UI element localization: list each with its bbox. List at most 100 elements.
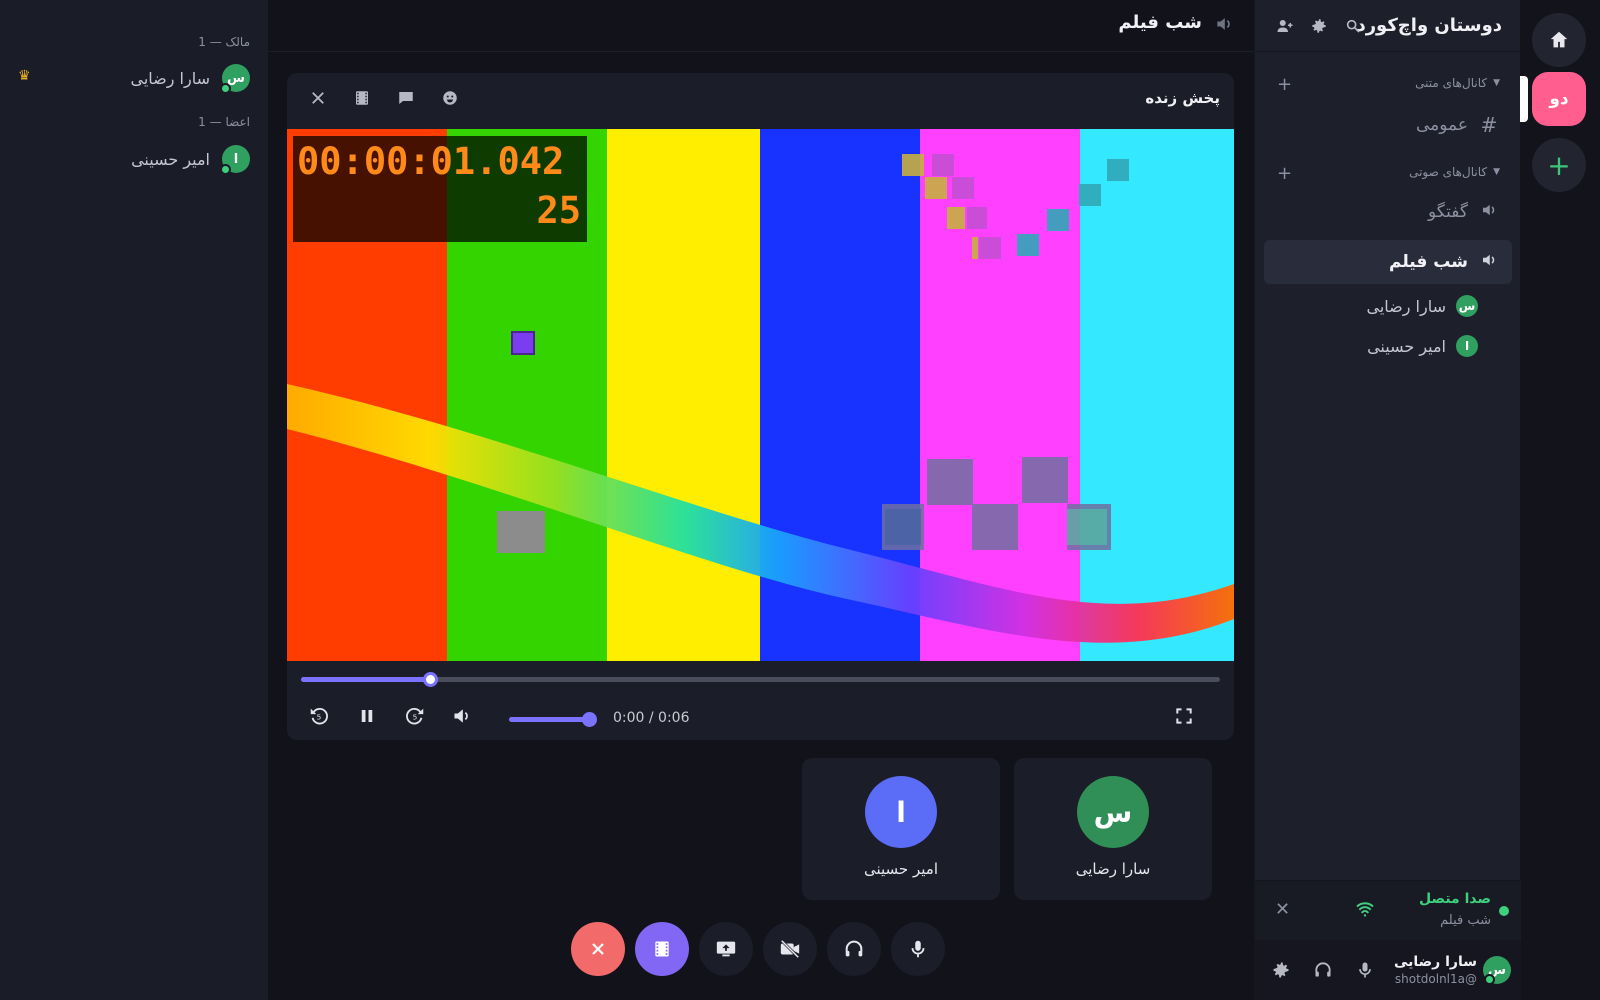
video-timecode: 00:00:01.042 (297, 140, 564, 183)
category-voice-channels[interactable]: کانال‌های صوتی ▼ (1409, 165, 1500, 179)
avatar: س (1077, 776, 1149, 848)
fullscreen-icon[interactable] (1171, 703, 1197, 729)
call-controls (571, 922, 945, 976)
channel-label: شب فیلم (1389, 252, 1468, 272)
server-header-actions (1275, 16, 1363, 36)
svg-text:5: 5 (413, 713, 418, 722)
server-badge: دو (1549, 89, 1569, 109)
emoji-icon[interactable] (441, 89, 459, 111)
participant-tile[interactable]: ا امیر حسینی (802, 758, 1000, 900)
film-icon (655, 941, 669, 957)
screen-share-button[interactable] (699, 922, 753, 976)
close-icon[interactable] (309, 89, 327, 111)
voice-member-name: امیر حسینی (1367, 336, 1446, 356)
hash-icon: # (1480, 113, 1498, 137)
channel-voice-movie[interactable]: شب فیلم (1264, 240, 1512, 284)
video-test-pattern: 00:00:01.042 25 (287, 129, 1234, 661)
volume-handle[interactable] (582, 712, 597, 727)
member-name: سارا رضایی (130, 68, 210, 88)
channel-general[interactable]: عمومی # (1264, 103, 1512, 147)
avatar: ا (220, 145, 250, 175)
signal-icon[interactable] (1355, 901, 1375, 921)
status-dot (220, 83, 231, 94)
leave-call-button[interactable] (571, 922, 625, 976)
voice-member-0[interactable]: سارا رضایی س (1366, 295, 1478, 317)
chevron-down-icon: ▼ (1493, 78, 1500, 88)
voice-member-name: سارا رضایی (1366, 296, 1446, 316)
player-tools (309, 89, 459, 111)
channel-voice-chat[interactable]: گفتگو (1264, 190, 1512, 234)
forward-5-icon[interactable]: 5 (402, 703, 428, 729)
main-header: شب فیلم (268, 0, 1254, 52)
user-controls (1271, 960, 1375, 984)
voice-channel-name: شب فیلم (1440, 913, 1491, 928)
mute-button[interactable] (891, 922, 945, 976)
member-regular[interactable]: امیر حسینی ا (131, 145, 250, 175)
video-frame-number: 25 (536, 189, 581, 232)
close-icon (592, 943, 604, 955)
avatar: ا (865, 776, 937, 848)
video-frame[interactable]: 00:00:01.042 25 (287, 129, 1234, 661)
voice-connection-panel: صدا متصل شب فیلم ✕ (1255, 880, 1521, 940)
category-label: کانال‌های صوتی (1409, 165, 1488, 179)
category-text-channels[interactable]: کانال‌های متنی ▼ (1415, 76, 1500, 90)
server-rail: دو + (1520, 0, 1600, 1000)
server-icon-button[interactable]: دو (1532, 72, 1586, 126)
status-dot (1484, 974, 1495, 985)
seek-bar[interactable] (301, 672, 1220, 687)
screen-share-icon (716, 941, 736, 957)
film-icon[interactable] (353, 89, 371, 111)
microphone-icon[interactable] (1355, 960, 1375, 984)
pause-button[interactable] (354, 703, 380, 729)
participant-name: امیر حسینی (864, 860, 938, 878)
headphones-icon (845, 940, 863, 957)
participant-tile[interactable]: س سارا رضایی (1014, 758, 1212, 900)
speaker-icon (1478, 200, 1500, 224)
disconnect-icon[interactable]: ✕ (1275, 899, 1290, 920)
active-server-indicator (1520, 76, 1528, 122)
home-button[interactable] (1532, 13, 1586, 67)
add-user-icon[interactable] (1275, 16, 1295, 36)
user-panel: س سارا رضایی shotdolnl1a@ (1255, 940, 1521, 1000)
status-dot (220, 164, 231, 175)
volume-icon[interactable] (449, 703, 475, 729)
gear-icon[interactable] (1309, 16, 1329, 36)
headphones-icon[interactable] (1313, 960, 1333, 984)
seek-handle[interactable] (422, 672, 438, 687)
voice-member-1[interactable]: امیر حسینی ا (1367, 335, 1478, 357)
deafen-button[interactable] (827, 922, 881, 976)
seek-progress (301, 677, 430, 682)
user-tag: shotdolnl1a@ (1394, 972, 1477, 986)
watch-together-button[interactable] (635, 922, 689, 976)
video-player: پخش زنده 00:00:01.042 25 5 5 0:00 / 0:06 (287, 73, 1234, 740)
svg-text:5: 5 (317, 713, 322, 722)
chat-icon[interactable] (397, 89, 415, 111)
add-server-button[interactable]: + (1532, 138, 1586, 192)
player-header: پخش زنده (287, 73, 1234, 129)
channel-label: عمومی (1415, 115, 1468, 135)
voice-status: صدا متصل (1419, 891, 1491, 907)
search-icon[interactable] (1343, 16, 1363, 36)
member-list: مالک — 1 سارا رضایی س ♛ اعضا — 1 امیر حس… (0, 0, 268, 1000)
member-owner[interactable]: سارا رضایی س (130, 64, 250, 94)
member-group-members: اعضا — 1 (198, 115, 250, 129)
time-display: 0:00 / 0:06 (613, 710, 690, 726)
avatar: ا (1456, 335, 1478, 357)
player-title: پخش زنده (1145, 89, 1220, 107)
add-voice-channel-icon[interactable]: + (1277, 163, 1292, 184)
add-text-channel-icon[interactable]: + (1277, 74, 1292, 95)
speaker-icon (1478, 250, 1500, 274)
member-name: امیر حسینی (131, 149, 210, 169)
camera-toggle-button[interactable] (763, 922, 817, 976)
main-area: شب فیلم پخش زنده 00:00:01.042 25 5 5 0:0… (268, 0, 1254, 1000)
camera-off-icon (780, 939, 800, 959)
status-dot (1499, 906, 1509, 916)
speaker-icon (1214, 14, 1234, 38)
plus-icon: + (1547, 148, 1571, 182)
home-icon (1550, 31, 1568, 48)
chevron-down-icon: ▼ (1493, 167, 1500, 177)
gear-icon[interactable] (1271, 960, 1291, 984)
page-title: شب فیلم (1118, 12, 1202, 33)
rewind-5-icon[interactable]: 5 (306, 703, 332, 729)
volume-slider[interactable] (509, 712, 597, 727)
